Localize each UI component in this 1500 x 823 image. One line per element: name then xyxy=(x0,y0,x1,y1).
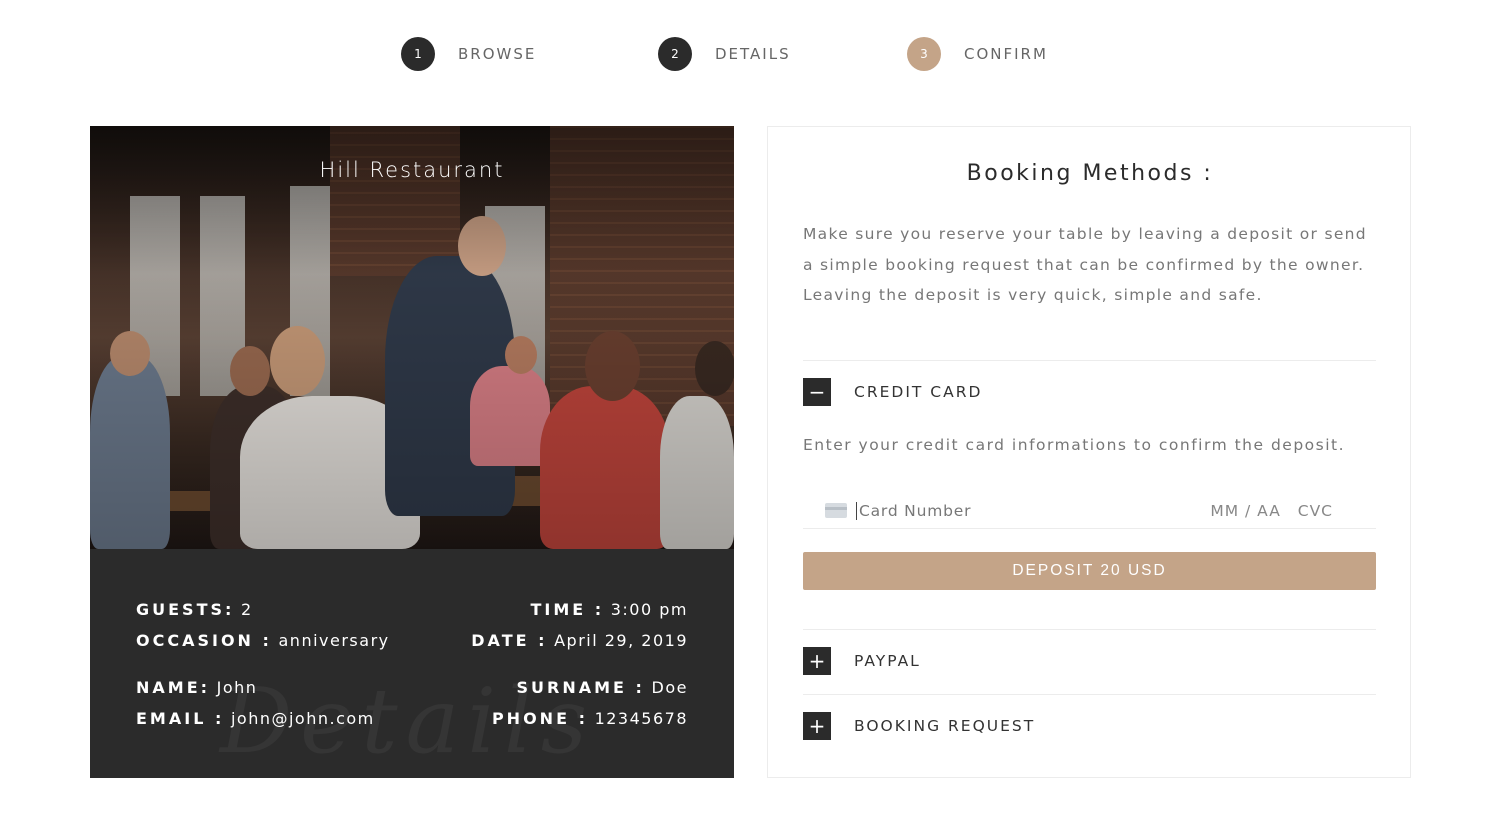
card-number-input[interactable] xyxy=(856,501,1156,520)
divider xyxy=(803,629,1376,630)
step-number: 2 xyxy=(658,37,692,71)
name-field: NAME: John xyxy=(136,678,258,697)
step-number: 3 xyxy=(907,37,941,71)
divider xyxy=(803,360,1376,361)
step-confirm[interactable]: 3 CONFIRM xyxy=(907,36,1048,72)
expand-icon[interactable]: + xyxy=(803,647,831,675)
card-input-row: MM / AA CVC xyxy=(803,493,1376,529)
restaurant-name: Hill Restaurant xyxy=(319,158,505,182)
credit-card-icon xyxy=(825,503,847,518)
phone-field: PHONE : 12345678 xyxy=(491,709,688,728)
expiry-input[interactable]: MM / AA xyxy=(1210,502,1280,520)
occasion-field: OCCASION : anniversary xyxy=(136,631,390,650)
deposit-button[interactable]: DEPOSIT 20 USD xyxy=(803,552,1376,590)
step-label: DETAILS xyxy=(715,45,791,63)
step-details[interactable]: 2 DETAILS xyxy=(658,36,791,72)
method-label: CREDIT CARD xyxy=(854,383,983,401)
method-label: BOOKING REQUEST xyxy=(854,717,1036,735)
step-label: CONFIRM xyxy=(964,45,1048,63)
booking-methods-title: Booking Methods : xyxy=(966,161,1214,186)
booking-steps: 1 BROWSE 2 DETAILS 3 CONFIRM xyxy=(0,36,1500,72)
step-number: 1 xyxy=(401,37,435,71)
reservation-details: Details GUESTS: 2 TIME : 3:00 pm OCCASIO… xyxy=(90,549,734,778)
reservation-summary-card: Hill Restaurant Details GUESTS: 2 TIME :… xyxy=(90,126,734,778)
method-credit-card[interactable]: − CREDIT CARD xyxy=(803,378,982,406)
collapse-icon[interactable]: − xyxy=(803,378,831,406)
method-label: PAYPAL xyxy=(854,652,921,670)
guests-field: GUESTS: 2 xyxy=(136,600,253,619)
surname-field: SURNAME : Doe xyxy=(516,678,688,697)
credit-card-hint: Enter your credit card informations to c… xyxy=(803,436,1346,454)
method-paypal[interactable]: + PAYPAL xyxy=(803,647,921,675)
divider xyxy=(803,694,1376,695)
email-field: EMAIL : john@john.com xyxy=(136,709,375,728)
card-extra-fields: MM / AA CVC xyxy=(1210,502,1333,520)
cvc-input[interactable]: CVC xyxy=(1298,502,1333,520)
booking-methods-card: Booking Methods : Make sure you reserve … xyxy=(767,126,1411,778)
method-booking-request[interactable]: + BOOKING REQUEST xyxy=(803,712,1035,740)
expand-icon[interactable]: + xyxy=(803,712,831,740)
time-field: TIME : 3:00 pm xyxy=(530,600,688,619)
booking-methods-description: Make sure you reserve your table by leav… xyxy=(803,225,1367,304)
date-field: DATE : April 29, 2019 xyxy=(471,631,688,650)
step-browse[interactable]: 1 BROWSE xyxy=(401,36,536,72)
step-label: BROWSE xyxy=(458,45,537,63)
restaurant-photo: Hill Restaurant xyxy=(90,126,734,549)
